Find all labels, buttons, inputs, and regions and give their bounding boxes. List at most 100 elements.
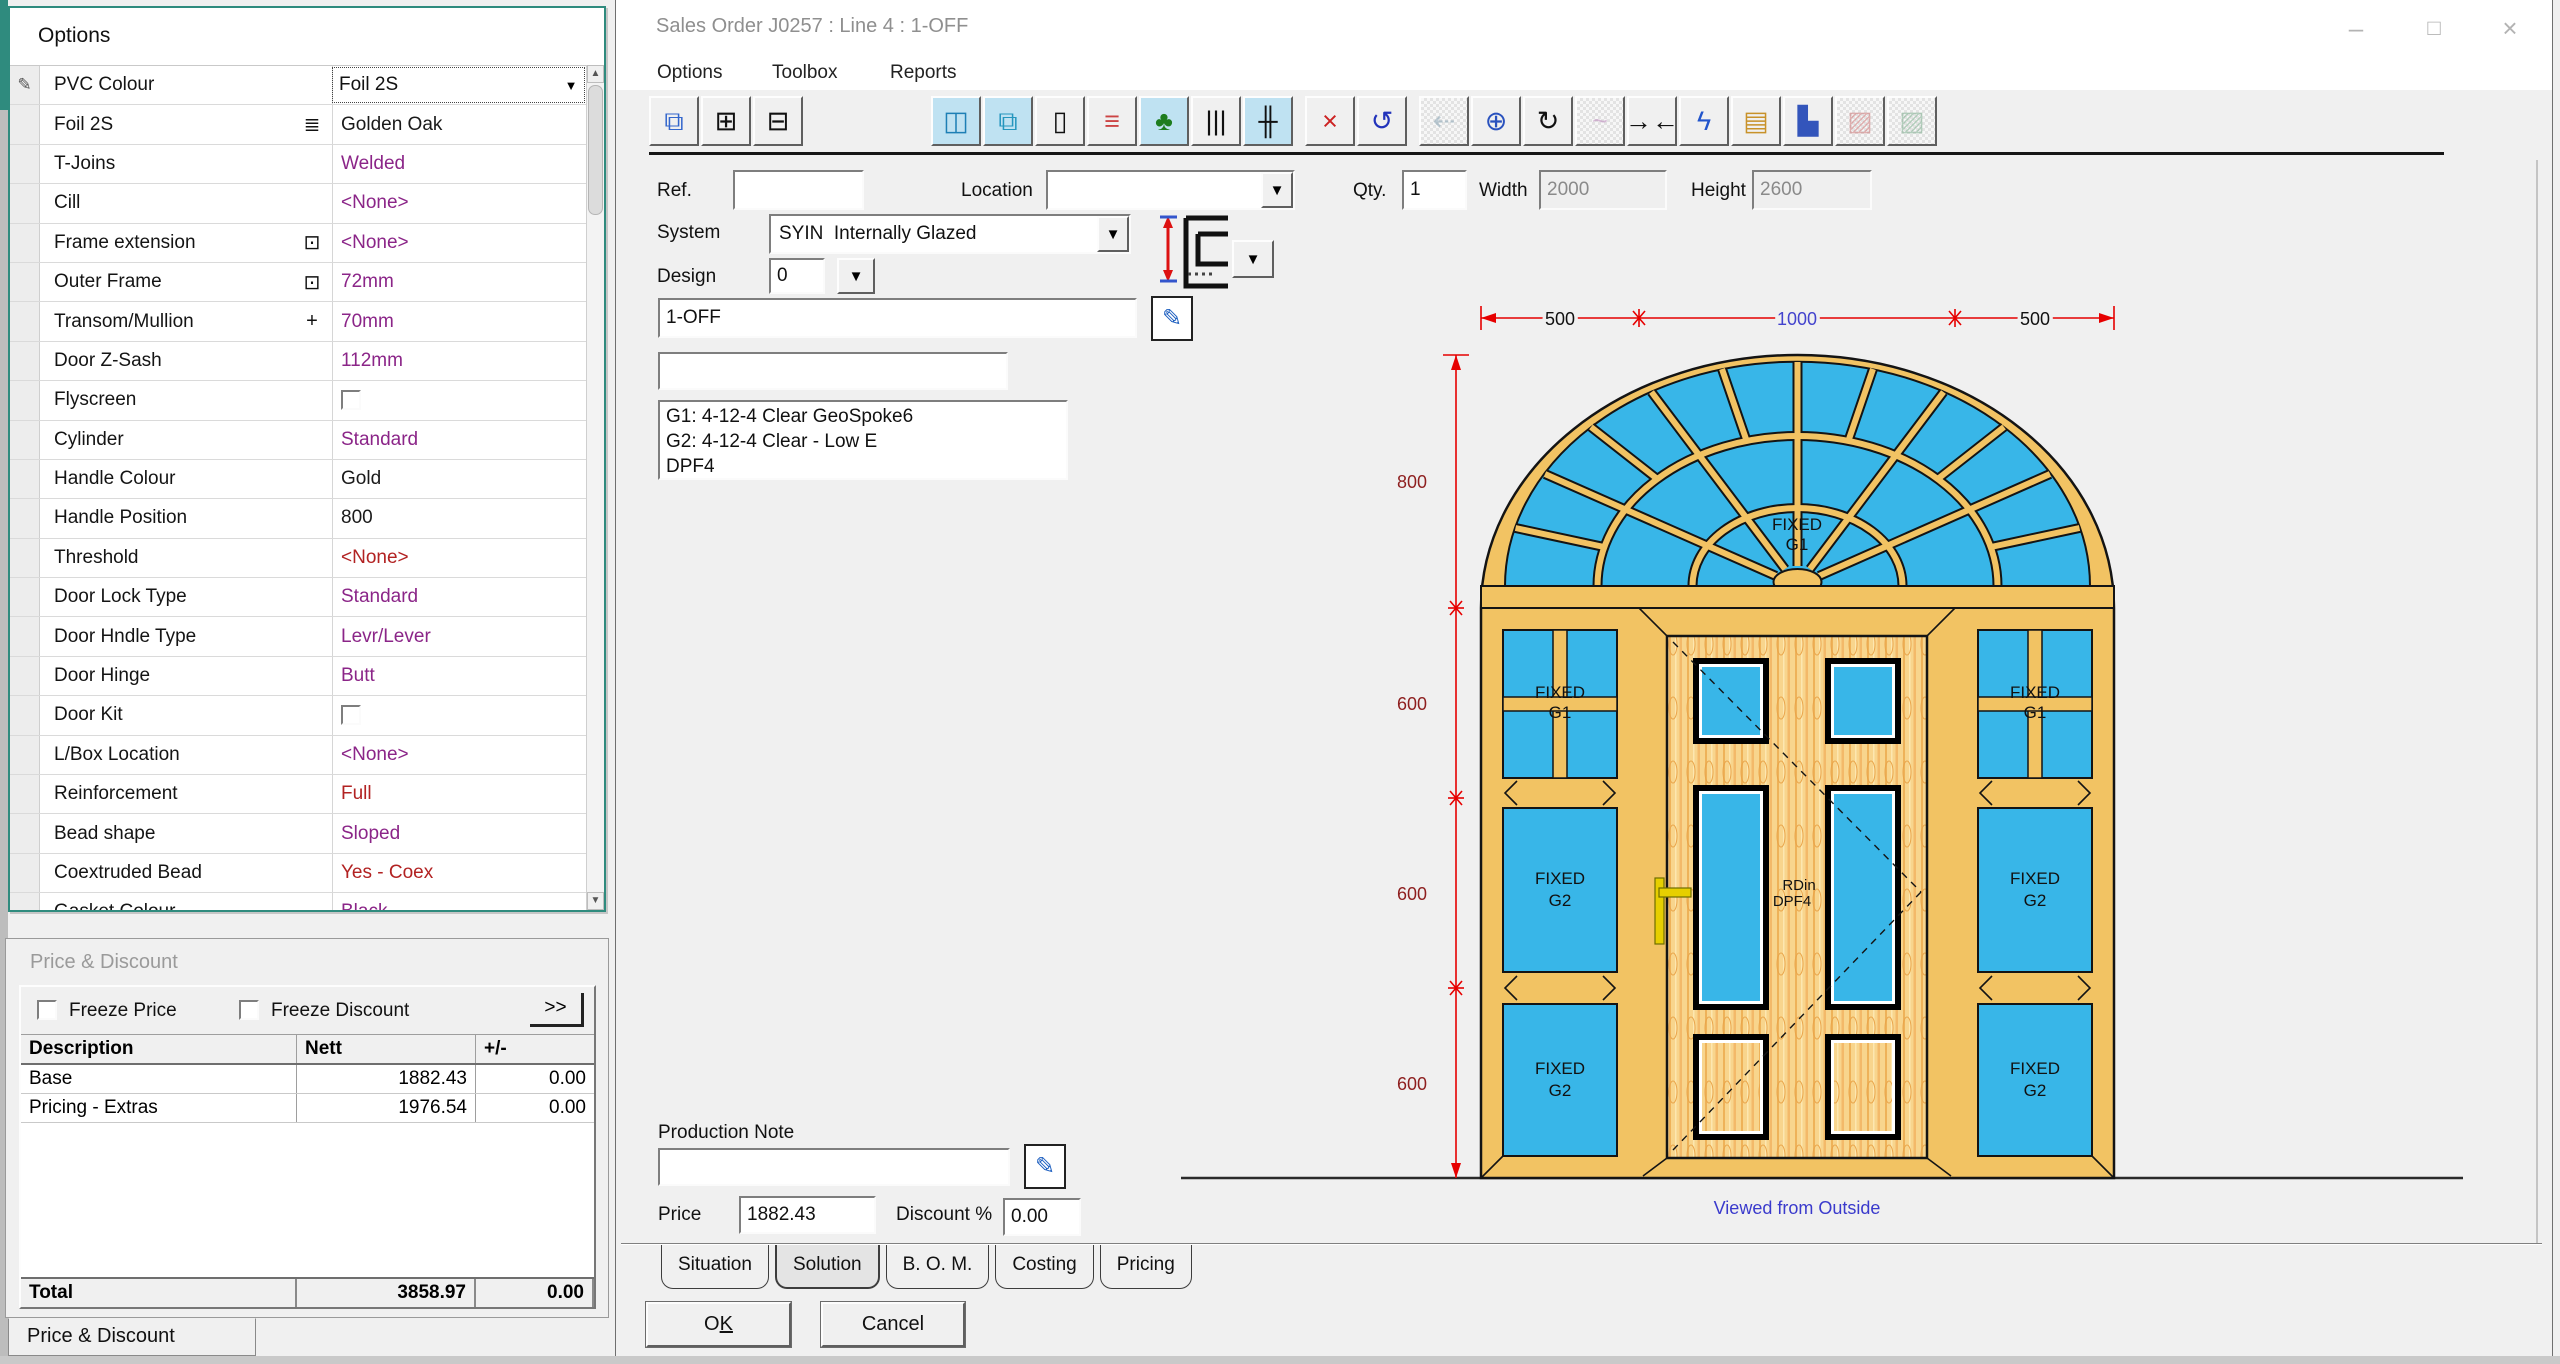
option-combobox[interactable]: Foil 2S▼ bbox=[333, 68, 584, 102]
minimize-icon[interactable]: – bbox=[2326, 10, 2386, 46]
glass-units-icon[interactable]: ⧉ bbox=[983, 96, 1033, 146]
report-folder-icon[interactable]: ▤ bbox=[1731, 96, 1781, 146]
options-row[interactable]: Threshold<None> bbox=[10, 539, 586, 578]
cill-profile-icon[interactable]: ▯ bbox=[1035, 96, 1085, 146]
torch-icon[interactable]: ϟ bbox=[1679, 96, 1729, 146]
tab-costing[interactable]: Costing bbox=[995, 1245, 1093, 1289]
location-select[interactable]: ▼ bbox=[1046, 170, 1295, 210]
options-row[interactable]: Cill<None> bbox=[10, 184, 586, 223]
dropdown-arrow-icon[interactable]: ▼ bbox=[1261, 172, 1293, 208]
option-value[interactable]: Butt bbox=[332, 657, 586, 695]
option-value[interactable]: Standard bbox=[332, 421, 586, 459]
close-icon[interactable]: × bbox=[2480, 10, 2540, 46]
item-ref-input[interactable] bbox=[658, 298, 1137, 338]
pricing-extras-icon[interactable]: ≡ bbox=[1087, 96, 1137, 146]
options-row[interactable]: Door Lock TypeStandard bbox=[10, 578, 586, 617]
qty-input[interactable] bbox=[1402, 170, 1467, 210]
drawing-canvas[interactable]: 500 1000 500 800 600 600 600 FIXEDG1 FIX… bbox=[1181, 240, 2551, 1250]
option-value[interactable]: <None> bbox=[332, 184, 586, 222]
options-row[interactable]: L/Box Location<None> bbox=[10, 736, 586, 775]
production-note-input[interactable] bbox=[658, 1148, 1010, 1186]
options-row[interactable]: T-JoinsWelded bbox=[10, 145, 586, 184]
ref-input[interactable] bbox=[733, 170, 864, 210]
option-value[interactable]: <None> bbox=[332, 736, 586, 774]
options-row[interactable]: Coextruded BeadYes - Coex bbox=[10, 854, 586, 893]
scroll-up-button[interactable]: ▲ bbox=[587, 65, 604, 83]
options-scrollbar[interactable]: ▲ ▼ bbox=[586, 65, 604, 910]
options-row[interactable]: Outer Frame⊡72mm bbox=[10, 263, 586, 302]
option-value[interactable]: Gold bbox=[332, 460, 586, 498]
options-row[interactable]: Flyscreen bbox=[10, 381, 586, 420]
option-value[interactable] bbox=[332, 381, 586, 419]
option-value[interactable]: Levr/Lever bbox=[332, 617, 586, 655]
price-row[interactable]: Pricing - Extras1976.540.00 bbox=[21, 1094, 594, 1123]
undo-icon[interactable]: ↺ bbox=[1357, 96, 1407, 146]
compress-dims-icon[interactable]: →← bbox=[1627, 96, 1677, 146]
options-row[interactable]: Foil 2S≣Golden Oak bbox=[10, 105, 586, 144]
scrollbar-thumb[interactable] bbox=[588, 85, 603, 215]
frame-dimensions-icon[interactable]: ⊞ bbox=[701, 96, 751, 146]
menu-toolbox[interactable]: Toolbox bbox=[764, 58, 846, 88]
expand-button[interactable]: >> bbox=[530, 993, 584, 1027]
option-value[interactable]: Yes - Coex bbox=[332, 854, 586, 892]
georgian-bars-icon[interactable]: ╫ bbox=[1243, 96, 1293, 146]
option-checkbox[interactable] bbox=[341, 705, 361, 725]
tab-bom[interactable]: B. O. M. bbox=[886, 1245, 990, 1289]
options-row[interactable]: Door Hndle TypeLevr/Lever bbox=[10, 617, 586, 656]
option-value[interactable]: 72mm bbox=[332, 263, 586, 301]
system-select[interactable]: SYIN Internally Glazed ▼ bbox=[769, 214, 1131, 254]
options-row[interactable]: ✎PVC ColourFoil 2S▼ bbox=[10, 66, 586, 105]
design-dropdown-button[interactable]: ▼ bbox=[837, 258, 875, 294]
option-value[interactable]: Standard bbox=[332, 578, 586, 616]
options-row[interactable]: Door Z-Sash112mm bbox=[10, 342, 586, 381]
tab-pricing[interactable]: Pricing bbox=[1100, 1245, 1192, 1289]
cancel-button[interactable]: Cancel bbox=[821, 1302, 965, 1347]
freeze-discount-checkbox[interactable] bbox=[239, 1000, 259, 1020]
price-discount-tab[interactable]: Price & Discount bbox=[8, 1318, 256, 1356]
design-input[interactable] bbox=[769, 258, 825, 294]
delete-icon[interactable]: × bbox=[1305, 96, 1355, 146]
options-row[interactable]: Bead shapeSloped bbox=[10, 814, 586, 853]
option-value[interactable]: 800 bbox=[332, 499, 586, 537]
options-row[interactable]: Handle Position800 bbox=[10, 499, 586, 538]
maximize-icon[interactable]: □ bbox=[2404, 10, 2464, 46]
options-row[interactable]: CylinderStandard bbox=[10, 421, 586, 460]
option-value[interactable]: <None> bbox=[332, 224, 586, 262]
glazing-icon[interactable]: ◫ bbox=[931, 96, 981, 146]
menu-reports[interactable]: Reports bbox=[882, 58, 965, 88]
ok-button[interactable]: OK bbox=[646, 1302, 791, 1347]
options-row[interactable]: Door HingeButt bbox=[10, 657, 586, 696]
item-note-input[interactable] bbox=[658, 352, 1008, 390]
options-row[interactable]: Gasket ColourBlack bbox=[10, 893, 586, 910]
option-value[interactable]: Golden Oak bbox=[332, 105, 586, 143]
option-value[interactable]: 112mm bbox=[332, 342, 586, 380]
option-value[interactable]: Foil 2S▼ bbox=[332, 66, 586, 104]
options-row[interactable]: Handle ColourGold bbox=[10, 460, 586, 499]
options-row[interactable]: Frame extension⊡<None> bbox=[10, 224, 586, 263]
freeze-price-checkbox[interactable] bbox=[37, 1000, 57, 1020]
glass-spec-item[interactable]: G2: 4-12-4 Clear - Low E bbox=[666, 429, 1060, 454]
title-bar[interactable]: Sales Order J0257 : Line 4 : 1-OFF – □ × bbox=[616, 0, 2552, 56]
options-row[interactable]: Transom/Mullion+70mm bbox=[10, 302, 586, 341]
option-value[interactable]: Full bbox=[332, 775, 586, 813]
vertical-bars-icon[interactable]: ||| bbox=[1191, 96, 1241, 146]
frames-cascade-icon[interactable]: ⧉ bbox=[649, 96, 699, 146]
dropdown-arrow-icon[interactable]: ▼ bbox=[1097, 216, 1129, 252]
option-value[interactable]: Black bbox=[332, 893, 586, 910]
option-value[interactable]: <None> bbox=[332, 539, 586, 577]
price-input[interactable] bbox=[739, 1196, 876, 1234]
option-value[interactable] bbox=[332, 696, 586, 734]
option-checkbox[interactable] bbox=[341, 390, 361, 410]
scroll-down-button[interactable]: ▼ bbox=[587, 892, 604, 910]
chart-icon[interactable]: ▙ bbox=[1783, 96, 1833, 146]
dropdown-arrow-icon[interactable]: ▼ bbox=[558, 68, 584, 102]
frame-section-icon[interactable]: ⊟ bbox=[753, 96, 803, 146]
edit-production-note-button[interactable]: ✎ bbox=[1024, 1144, 1066, 1189]
price-row[interactable]: Base1882.430.00 bbox=[21, 1065, 594, 1094]
glass-spec-item[interactable]: DPF4 bbox=[666, 454, 1060, 479]
discount-input[interactable] bbox=[1003, 1198, 1081, 1236]
options-row[interactable]: ReinforcementFull bbox=[10, 775, 586, 814]
situation-tree-icon[interactable]: ♣ bbox=[1139, 96, 1189, 146]
option-value[interactable]: 70mm bbox=[332, 302, 586, 340]
glass-spec-item[interactable]: G1: 4-12-4 Clear GeoSpoke6 bbox=[666, 404, 1060, 429]
